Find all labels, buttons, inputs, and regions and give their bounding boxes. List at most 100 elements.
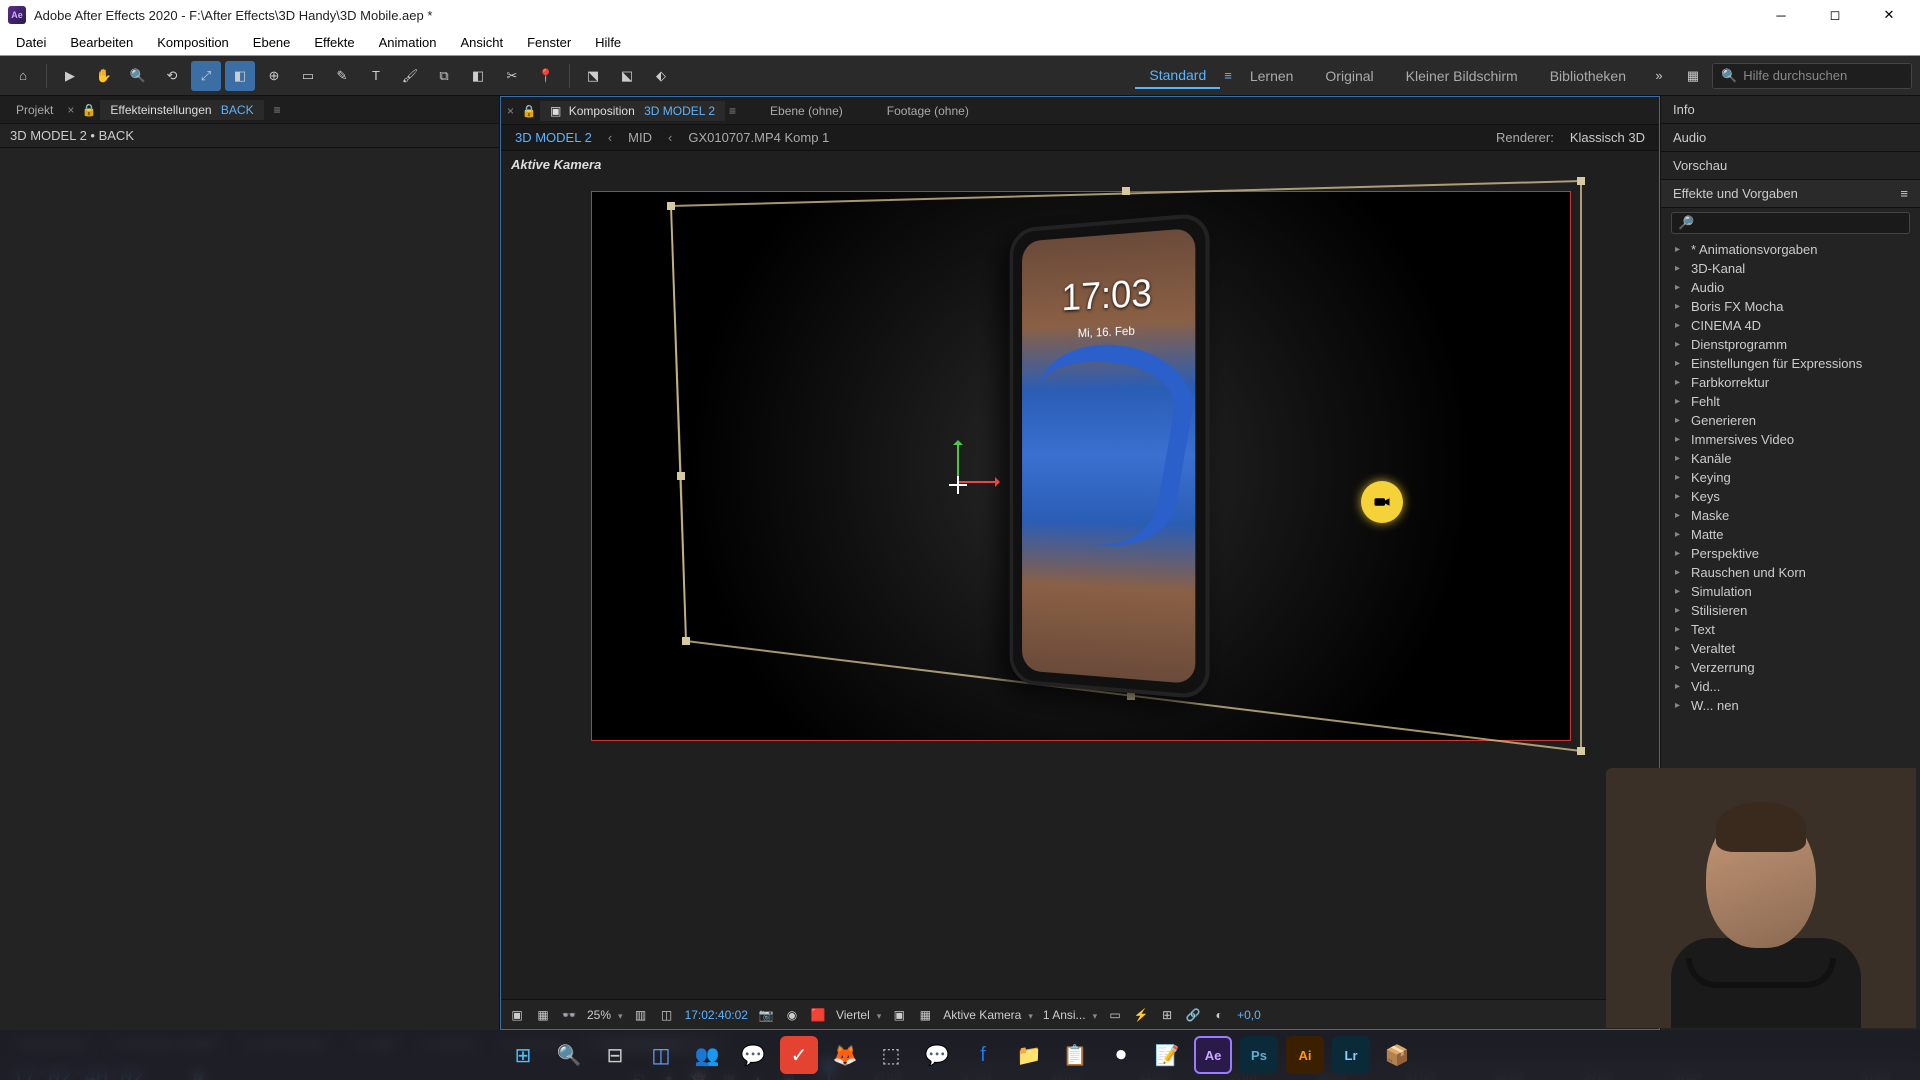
- workspace-standard[interactable]: Standard: [1135, 63, 1220, 89]
- workspace-menu-icon[interactable]: ≡: [1224, 68, 1232, 83]
- workspace-original[interactable]: Original: [1311, 64, 1387, 88]
- menu-ebene[interactable]: Ebene: [243, 33, 301, 52]
- menu-datei[interactable]: Datei: [6, 33, 56, 52]
- tree-item[interactable]: ▸Farbkorrektur: [1661, 373, 1920, 392]
- tree-item[interactable]: ▸Immersives Video: [1661, 430, 1920, 449]
- tree-item[interactable]: ▸Keying: [1661, 468, 1920, 487]
- menu-ansicht[interactable]: Ansicht: [450, 33, 513, 52]
- tree-item[interactable]: ▸Stilisieren: [1661, 601, 1920, 620]
- app-icon[interactable]: ⬚: [872, 1036, 910, 1074]
- tree-item[interactable]: ▸Maske: [1661, 506, 1920, 525]
- workspace-panel-icon[interactable]: ▦: [1678, 61, 1708, 91]
- tree-item[interactable]: ▸Keys: [1661, 487, 1920, 506]
- menu-bearbeiten[interactable]: Bearbeiten: [60, 33, 143, 52]
- tab-projekt[interactable]: Projekt: [6, 100, 63, 120]
- axis-view-icon[interactable]: ⬖: [646, 61, 676, 91]
- grid-icon[interactable]: ▦: [917, 1007, 933, 1023]
- effects-search[interactable]: 🔎: [1671, 212, 1910, 234]
- crumb-clip[interactable]: GX010707.MP4 Komp 1: [688, 130, 829, 145]
- app-icon[interactable]: 📋: [1056, 1036, 1094, 1074]
- show-snapshot-icon[interactable]: ◉: [784, 1007, 800, 1023]
- tree-item[interactable]: ▸3D-Kanal: [1661, 259, 1920, 278]
- roto-tool-icon[interactable]: ✂: [497, 61, 527, 91]
- exposure-value[interactable]: +0,0: [1237, 1008, 1261, 1022]
- comp-flowchart-icon[interactable]: 🔗: [1185, 1007, 1201, 1023]
- camera-tool-icon[interactable]: ◧: [225, 61, 255, 91]
- taskbar-search-icon[interactable]: 🔍: [550, 1036, 588, 1074]
- comp-lock-icon[interactable]: 🔒: [522, 104, 536, 118]
- tree-item[interactable]: ▸CINEMA 4D: [1661, 316, 1920, 335]
- bbox-handle[interactable]: [1577, 177, 1585, 185]
- tree-item[interactable]: ▸Einstellungen für Expressions: [1661, 354, 1920, 373]
- comp-panel-menu-icon[interactable]: ≡: [729, 104, 736, 118]
- tree-item[interactable]: ▸* Animationsvorgaben: [1661, 240, 1920, 259]
- viewport[interactable]: Aktive Kamera 17:03 Mi, 16. Feb: [501, 151, 1659, 999]
- axis-y-icon[interactable]: [957, 441, 959, 481]
- resolution-icon[interactable]: ▥: [633, 1007, 649, 1023]
- bbox-handle[interactable]: [677, 472, 685, 480]
- workspace-bibliotheken[interactable]: Bibliotheken: [1536, 64, 1640, 88]
- bbox-handle[interactable]: [1122, 187, 1130, 195]
- bbox-handle[interactable]: [667, 202, 675, 210]
- notepad-icon[interactable]: 📝: [1148, 1036, 1186, 1074]
- obs-icon[interactable]: ⏺: [1102, 1036, 1140, 1074]
- fast-preview-icon[interactable]: ⚡: [1133, 1007, 1149, 1023]
- mask-icon[interactable]: 👓: [561, 1007, 577, 1023]
- selection-tool-icon[interactable]: ▶: [55, 61, 85, 91]
- pen-tool-icon[interactable]: ✎: [327, 61, 357, 91]
- widgets-icon[interactable]: ◫: [642, 1036, 680, 1074]
- workspace-lernen[interactable]: Lernen: [1236, 64, 1308, 88]
- tree-item[interactable]: ▸Veraltet: [1661, 639, 1920, 658]
- rotate-tool-icon[interactable]: ⤢: [191, 61, 221, 91]
- tree-item[interactable]: ▸Simulation: [1661, 582, 1920, 601]
- tree-item[interactable]: ▸Matte: [1661, 525, 1920, 544]
- tree-item[interactable]: ▸Rauschen und Korn: [1661, 563, 1920, 582]
- axis-world-icon[interactable]: ⬕: [612, 61, 642, 91]
- tree-item[interactable]: ▸Boris FX Mocha: [1661, 297, 1920, 316]
- transparency-grid-icon[interactable]: ▦: [535, 1007, 551, 1023]
- after-effects-icon[interactable]: Ae: [1194, 1036, 1232, 1074]
- view-dropdown[interactable]: Aktive Kamera: [943, 1008, 1033, 1022]
- crumb-current[interactable]: 3D MODEL 2: [515, 130, 592, 145]
- text-tool-icon[interactable]: T: [361, 61, 391, 91]
- minimize-button[interactable]: ─: [1758, 0, 1804, 30]
- pixel-aspect-icon[interactable]: ▭: [1107, 1007, 1123, 1023]
- home-icon[interactable]: ⌂: [8, 61, 38, 91]
- snapshot-icon[interactable]: 📷: [758, 1007, 774, 1023]
- panel-effects-menu-icon[interactable]: ≡: [1900, 186, 1908, 201]
- taskview-icon[interactable]: ⊟: [596, 1036, 634, 1074]
- help-search[interactable]: 🔍 Hilfe durchsuchen: [1712, 63, 1912, 89]
- zoom-dropdown[interactable]: 25%: [587, 1008, 623, 1022]
- lightroom-icon[interactable]: Lr: [1332, 1036, 1370, 1074]
- renderer-value[interactable]: Klassisch 3D: [1570, 130, 1645, 145]
- menu-animation[interactable]: Animation: [369, 33, 447, 52]
- teams-icon[interactable]: 👥: [688, 1036, 726, 1074]
- tree-item[interactable]: ▸Fehlt: [1661, 392, 1920, 411]
- views-count-dropdown[interactable]: 1 Ansi...: [1043, 1008, 1097, 1022]
- tree-item[interactable]: ▸Verzerrung: [1661, 658, 1920, 677]
- tree-item[interactable]: ▸Text: [1661, 620, 1920, 639]
- illustrator-icon[interactable]: Ai: [1286, 1036, 1324, 1074]
- tab-effekteinstellungen[interactable]: Effekteinstellungen BACK: [100, 100, 263, 120]
- photoshop-icon[interactable]: Ps: [1240, 1036, 1278, 1074]
- timeline-icon[interactable]: ⊞: [1159, 1007, 1175, 1023]
- menu-hilfe[interactable]: Hilfe: [585, 33, 631, 52]
- panel-effects-header[interactable]: Effekte und Vorgaben: [1673, 186, 1798, 201]
- panel-menu-icon[interactable]: ≡: [274, 103, 281, 117]
- panel-lock-icon[interactable]: 🔒: [82, 103, 96, 117]
- menu-fenster[interactable]: Fenster: [517, 33, 581, 52]
- whatsapp-icon[interactable]: 💬: [734, 1036, 772, 1074]
- tab-ebene[interactable]: Ebene (ohne): [760, 101, 853, 121]
- footer-timecode[interactable]: 17:02:40:02: [685, 1008, 748, 1022]
- comp-tab-close-icon[interactable]: ×: [507, 104, 514, 118]
- tree-item[interactable]: ▸Generieren: [1661, 411, 1920, 430]
- anchor-tool-icon[interactable]: ⊕: [259, 61, 289, 91]
- always-preview-icon[interactable]: ▣: [509, 1007, 525, 1023]
- panel-audio[interactable]: Audio: [1661, 124, 1920, 152]
- tree-item[interactable]: ▸Vid...: [1661, 677, 1920, 696]
- region-icon[interactable]: ▣: [891, 1007, 907, 1023]
- close-button[interactable]: ✕: [1866, 0, 1912, 30]
- todoist-icon[interactable]: ✓: [780, 1036, 818, 1074]
- eraser-tool-icon[interactable]: ◧: [463, 61, 493, 91]
- roi-icon[interactable]: ◫: [659, 1007, 675, 1023]
